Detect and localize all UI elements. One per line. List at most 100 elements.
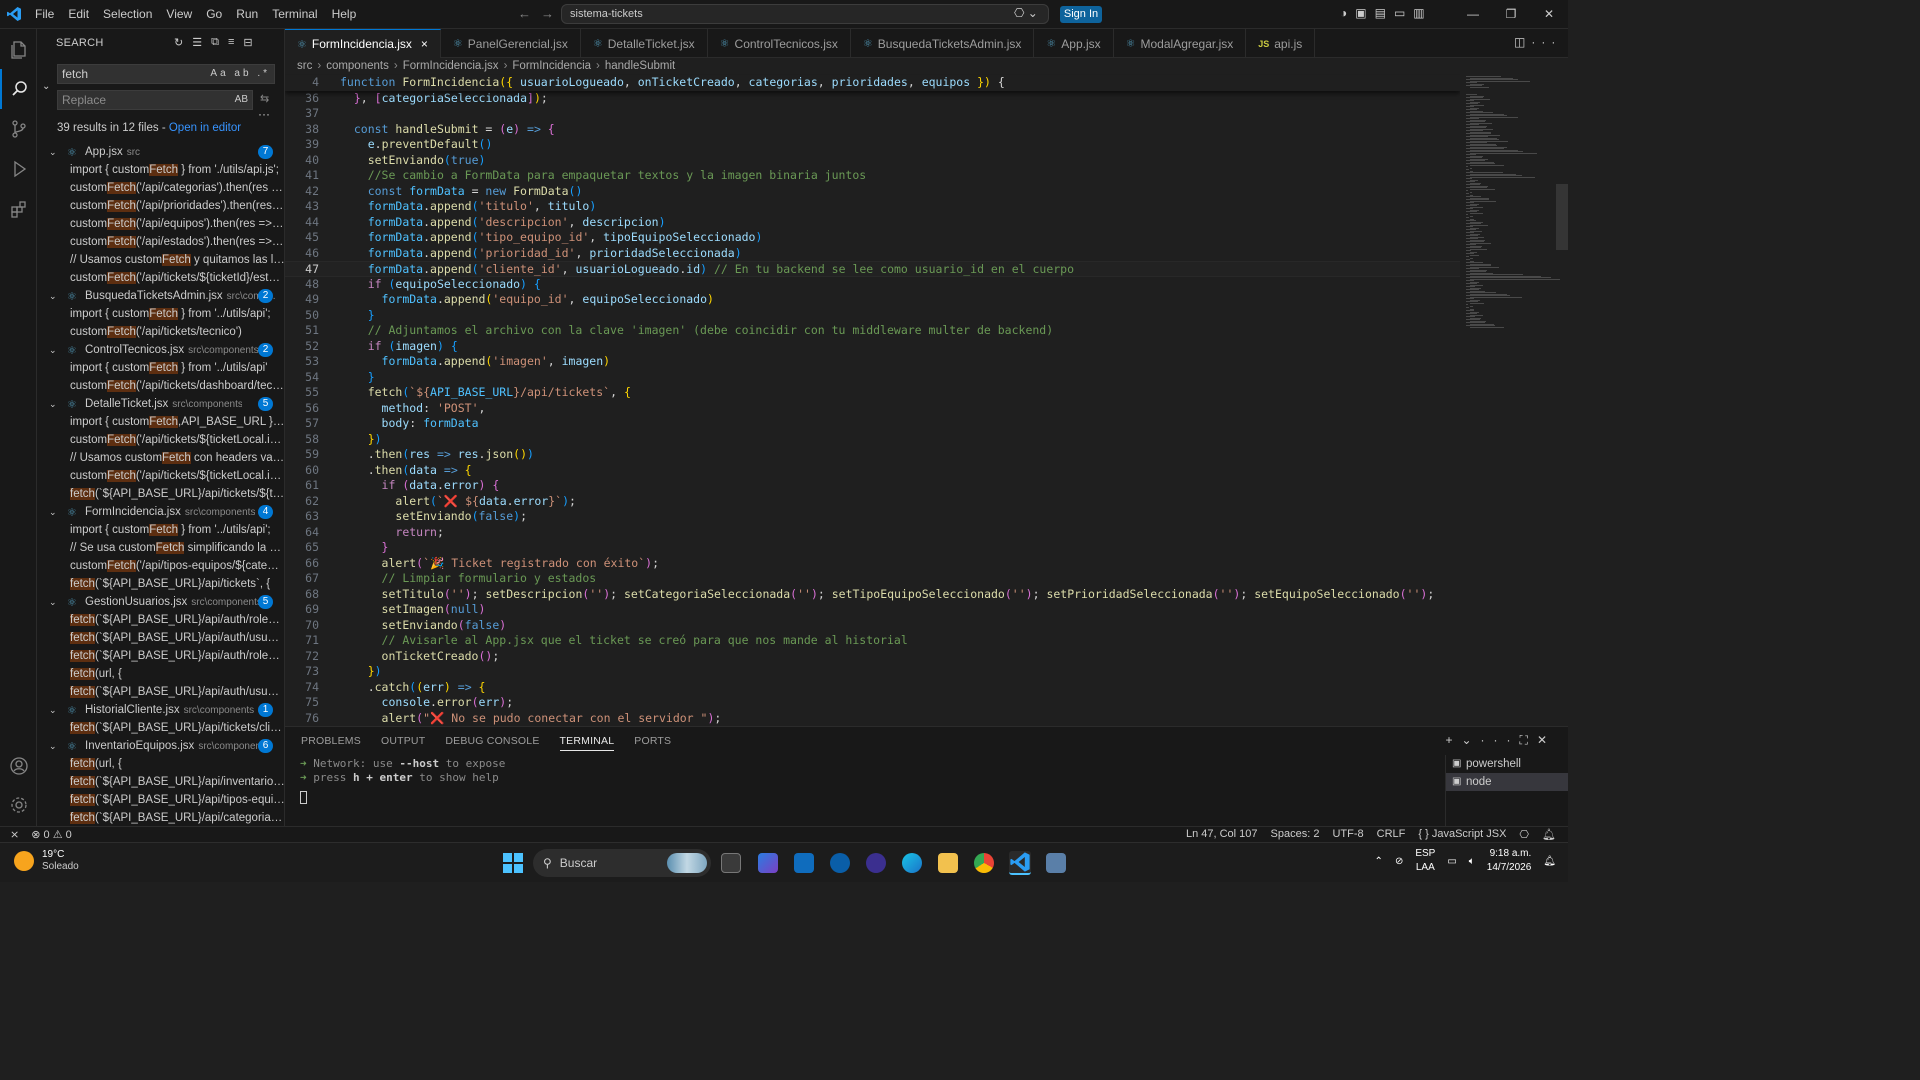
clear-results-icon[interactable]: ☰: [192, 36, 202, 49]
search-match-row[interactable]: import { customFetch } from '../utils/ap…: [37, 305, 284, 323]
search-match-row[interactable]: fetch(`${API_BASE_URL}/api/auth/usuarios…: [37, 629, 284, 647]
search-options[interactable]: Aa ab .*: [210, 65, 270, 83]
more-actions-icon[interactable]: ···: [1531, 35, 1561, 49]
search-match-row[interactable]: fetch(`${API_BASE_URL}/api/categorias-in…: [37, 809, 284, 826]
split-editor-icon[interactable]: ◫: [1514, 35, 1531, 49]
search-icon[interactable]: [0, 69, 37, 109]
pinned-app-icon[interactable]: [1046, 853, 1066, 873]
chevron-down-icon[interactable]: ⌄: [49, 705, 61, 716]
tab-formincidencia-jsx[interactable]: ⚛ FormIncidencia.jsx ×: [285, 29, 441, 58]
copilot-icon[interactable]: ⎔ ⌄: [1014, 6, 1038, 20]
minimize-icon[interactable]: —: [1454, 0, 1492, 29]
search-match-row[interactable]: // Usamos customFetch con headers vacíos…: [37, 449, 284, 467]
tab-detalleticket-jsx[interactable]: ⚛ DetalleTicket.jsx: [581, 29, 708, 58]
panel-tab-problems[interactable]: PROBLEMS: [301, 735, 361, 751]
task-view-icon[interactable]: [721, 853, 741, 873]
network-icon[interactable]: ⊘: [1395, 856, 1403, 867]
layout-icon[interactable]: ▣: [1355, 6, 1366, 20]
search-match-row[interactable]: fetch(`${API_BASE_URL}/api/auth/usuarios…: [37, 683, 284, 701]
remote-icon[interactable]: ⨯: [10, 828, 19, 841]
search-match-row[interactable]: customFetch('/api/tickets/${ticketId}/es…: [37, 269, 284, 287]
restore-icon[interactable]: ❐: [1492, 0, 1530, 29]
search-match-row[interactable]: // Usamos customFetch y quitamos las lin…: [37, 251, 284, 269]
chevron-down-icon[interactable]: ⌄: [49, 291, 61, 302]
close-window-icon[interactable]: ✕: [1530, 0, 1568, 29]
taskbar-search[interactable]: ⚲ Buscar: [533, 849, 711, 877]
show-hidden-icons-icon[interactable]: ⌃: [1375, 856, 1383, 867]
edge-icon[interactable]: [902, 853, 922, 873]
display-icon[interactable]: ▭: [1447, 856, 1456, 867]
toggle-sidebar-icon[interactable]: ▤: [1375, 6, 1386, 20]
result-file-row[interactable]: ⌄ ⚛ BusquedaTicketsAdmin.jsx src\comp... 2: [37, 287, 284, 305]
tab-panelgerencial-jsx[interactable]: ⚛ PanelGerencial.jsx: [441, 29, 581, 58]
tab-controltecnicos-jsx[interactable]: ⚛ ControlTecnicos.jsx: [708, 29, 851, 58]
file-explorer-icon[interactable]: [938, 853, 958, 873]
view-as-tree-icon[interactable]: ≡: [228, 36, 234, 49]
toggle-panel-icon[interactable]: ▭: [1394, 6, 1405, 20]
language-indicator[interactable]: ESP LAA: [1415, 847, 1435, 875]
command-center-search[interactable]: sistema-tickets: [561, 4, 1049, 24]
menu-item-help[interactable]: Help: [325, 0, 364, 29]
problems-indicator[interactable]: ⊗ 0 ⚠ 0: [31, 828, 72, 841]
code-editor[interactable]: 4 function FormIncidencia({ usuarioLoguea…: [285, 74, 1460, 726]
breadcrumb-item[interactable]: src: [297, 60, 312, 72]
run-debug-icon[interactable]: [0, 149, 37, 189]
search-input[interactable]: fetch Aa ab .*: [57, 64, 275, 84]
editor-scrollbar[interactable]: [1556, 184, 1568, 250]
panel-tab-debug-console[interactable]: DEBUG CONSOLE: [445, 735, 539, 751]
collapse-all-icon[interactable]: ⊟: [243, 36, 252, 49]
search-match-row[interactable]: fetch(`${API_BASE_URL}/api/tickets/${tic…: [37, 485, 284, 503]
weather-widget[interactable]: 19°C Soleado: [14, 849, 79, 873]
search-match-row[interactable]: customFetch('/api/estados').then(res => …: [37, 233, 284, 251]
result-file-row[interactable]: ⌄ ⚛ FormIncidencia.jsx src\components 4: [37, 503, 284, 521]
chevron-down-icon[interactable]: ⌄: [49, 597, 61, 608]
result-file-row[interactable]: ⌄ ⚛ HistorialCliente.jsx src\components 1: [37, 701, 284, 719]
source-control-icon[interactable]: [0, 109, 37, 149]
tab-modalagregar-jsx[interactable]: ⚛ ModalAgregar.jsx: [1114, 29, 1247, 58]
breadcrumb-item[interactable]: components: [326, 60, 389, 72]
menu-item-selection[interactable]: Selection: [96, 0, 159, 29]
toggle-replace-chevron-icon[interactable]: ⌄: [42, 81, 50, 92]
chevron-down-icon[interactable]: ⌄: [49, 345, 61, 356]
copilot-status-icon[interactable]: ⎔: [1519, 828, 1529, 841]
result-file-row[interactable]: ⌄ ⚛ App.jsx src 7: [37, 143, 284, 161]
terminal-output[interactable]: ➜ Network: use --host to expose ➜ press h…: [300, 757, 505, 808]
result-file-row[interactable]: ⌄ ⚛ ControlTecnicos.jsx src\components 2: [37, 341, 284, 359]
panel-tab-output[interactable]: OUTPUT: [381, 735, 425, 751]
terminal-instance-powershell[interactable]: ▣ powershell: [1446, 755, 1568, 773]
cursor-position[interactable]: Ln 47, Col 107: [1186, 828, 1258, 841]
search-match-row[interactable]: customFetch('/api/prioridades').then(res…: [37, 197, 284, 215]
refresh-icon[interactable]: ↻: [174, 36, 183, 49]
search-match-row[interactable]: import { customFetch } from '../utils/ap…: [37, 521, 284, 539]
search-match-row[interactable]: customFetch('/api/equipos').then(res => …: [37, 215, 284, 233]
search-match-row[interactable]: fetch(`${API_BASE_URL}/api/auth/roles`).…: [37, 647, 284, 665]
menu-item-terminal[interactable]: Terminal: [265, 0, 324, 29]
replace-all-icon[interactable]: ⇆: [260, 92, 269, 105]
search-match-row[interactable]: fetch(`${API_BASE_URL}/api/tickets/clien…: [37, 719, 284, 737]
search-match-row[interactable]: fetch(`${API_BASE_URL}/api/tipos-equipos…: [37, 791, 284, 809]
extensions-icon[interactable]: [0, 189, 37, 229]
new-terminal-icon[interactable]: +⌄: [1445, 733, 1480, 747]
toggle-search-details-icon[interactable]: ···: [258, 107, 270, 121]
chevron-down-icon[interactable]: ⌄: [49, 147, 61, 158]
chevron-down-icon[interactable]: ⌄: [49, 507, 61, 518]
open-in-editor-link[interactable]: Open in editor: [169, 122, 241, 134]
search-match-row[interactable]: fetch(`${API_BASE_URL}/api/inventario`).…: [37, 773, 284, 791]
toggle-secondary-sidebar-icon[interactable]: ▥: [1413, 6, 1424, 20]
search-match-row[interactable]: customFetch('/api/tickets/dashboard/tecn…: [37, 377, 284, 395]
account-icon[interactable]: [0, 746, 37, 786]
breadcrumb-item[interactable]: FormIncidencia: [512, 60, 591, 72]
chevron-down-icon[interactable]: ⌄: [49, 741, 61, 752]
menu-item-go[interactable]: Go: [199, 0, 229, 29]
encoding[interactable]: UTF-8: [1332, 828, 1363, 841]
search-match-row[interactable]: import { customFetch } from '../utils/ap…: [37, 359, 284, 377]
search-match-row[interactable]: customFetch('/api/tickets/tecnico'): [37, 323, 284, 341]
search-match-row[interactable]: customFetch('/api/categorias').then(res …: [37, 179, 284, 197]
notifications-bell-icon[interactable]: 🔔︎: [1542, 828, 1556, 841]
menu-item-file[interactable]: File: [28, 0, 61, 29]
explorer-icon[interactable]: [0, 29, 37, 69]
menu-item-run[interactable]: Run: [229, 0, 265, 29]
clock[interactable]: 9:18 a.m. 14/7/2026: [1487, 847, 1532, 875]
search-match-row[interactable]: import { customFetch,API_BASE_URL } from…: [37, 413, 284, 431]
close-panel-icon[interactable]: ✕: [1537, 733, 1556, 747]
